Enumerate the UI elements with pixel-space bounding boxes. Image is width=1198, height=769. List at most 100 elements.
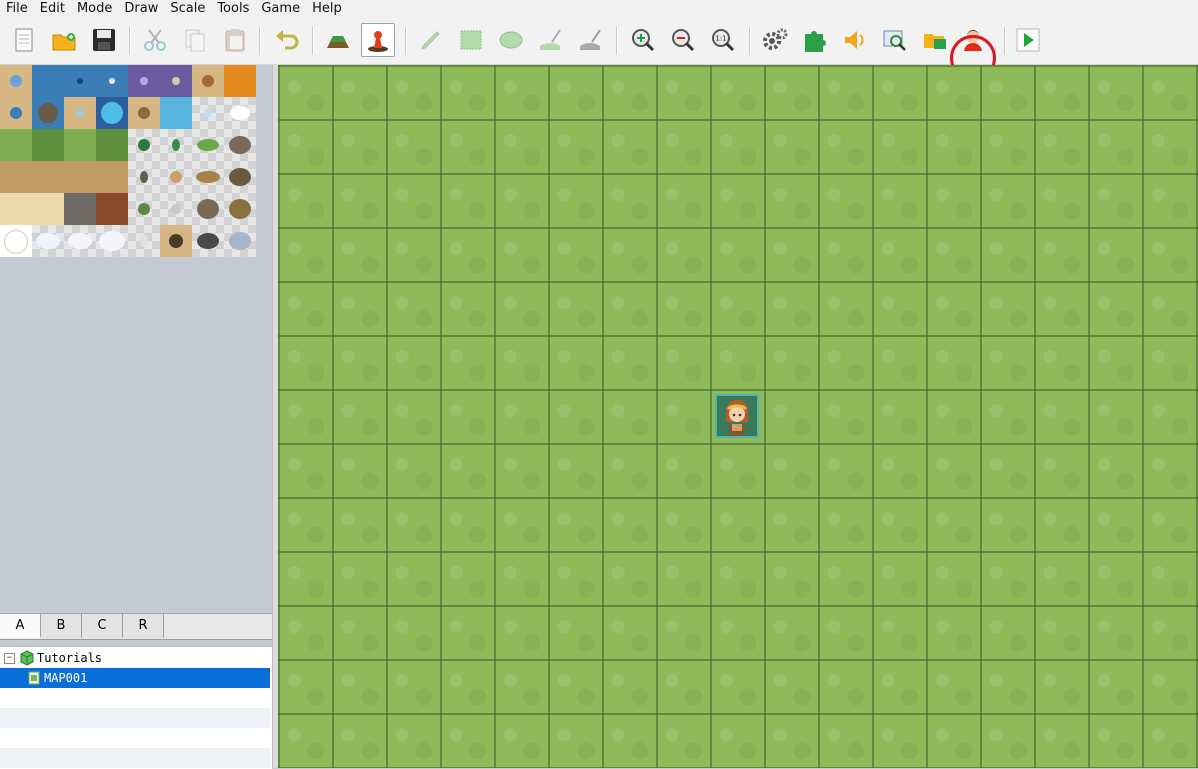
tile[interactable] [160,65,192,97]
open-project-button[interactable] [47,23,81,57]
collapse-icon[interactable]: − [4,652,15,664]
event-mode-button[interactable] [361,23,395,57]
tab-c[interactable]: C [82,614,123,638]
tile[interactable] [32,65,64,97]
toolbar-separator [129,27,131,55]
tile[interactable] [0,225,32,257]
tile[interactable] [224,129,256,161]
tile[interactable] [64,161,96,193]
menu-mode[interactable]: Mode [71,0,118,18]
tile[interactable] [224,225,256,257]
tile[interactable] [32,193,64,225]
tile[interactable] [160,193,192,225]
tile[interactable] [128,65,160,97]
undo-button[interactable] [270,23,304,57]
tile[interactable] [160,161,192,193]
tile[interactable] [0,65,32,97]
tile[interactable] [0,161,32,193]
tile[interactable] [64,129,96,161]
ellipse-button[interactable] [494,23,528,57]
tile[interactable] [192,161,224,193]
actual-size-button[interactable]: 1:1 [706,23,740,57]
tile[interactable] [224,193,256,225]
tile[interactable] [224,65,256,97]
tile[interactable] [96,97,128,129]
tile[interactable] [160,225,192,257]
map-canvas[interactable] [278,65,1198,768]
event-searcher-button[interactable] [878,23,912,57]
zoom-in-button[interactable] [626,23,660,57]
toolbar-separator [749,27,751,55]
tile[interactable] [64,225,96,257]
tile[interactable] [32,225,64,257]
tile[interactable] [96,161,128,193]
tab-b[interactable]: B [41,614,82,638]
flood-fill-button[interactable] [534,23,568,57]
tile[interactable] [32,129,64,161]
tile[interactable] [32,161,64,193]
map-mode-button[interactable] [321,23,355,57]
player-start-event[interactable] [715,394,759,438]
playtest-icon [1016,28,1040,52]
paste-button[interactable] [218,23,252,57]
actual-size-icon: 1:1 [712,29,735,52]
tab-a[interactable]: A [0,614,41,638]
resource-manager-button[interactable] [918,23,952,57]
character-generator-button[interactable] [956,23,990,57]
database-button[interactable] [758,23,792,57]
tileset-tabs: A B C R [0,613,272,640]
tile[interactable] [128,225,160,257]
menu-file[interactable]: File [0,0,34,18]
tile[interactable] [192,129,224,161]
tree-project-row[interactable]: − Tutorials [0,648,270,668]
tree-map-row[interactable]: MAP001 [0,668,270,688]
map-file-icon [28,671,40,685]
menu-edit[interactable]: Edit [34,0,71,18]
tile[interactable] [192,65,224,97]
new-project-button[interactable] [7,23,41,57]
zoom-out-button[interactable] [666,23,700,57]
tile[interactable] [64,193,96,225]
menu-scale[interactable]: Scale [164,0,211,18]
tile[interactable] [192,225,224,257]
plugin-manager-button[interactable] [798,23,832,57]
menu-help[interactable]: Help [306,0,348,18]
tile[interactable] [224,97,256,129]
menu-draw[interactable]: Draw [118,0,164,18]
tile[interactable] [160,129,192,161]
menu-tools[interactable]: Tools [211,0,255,18]
tile[interactable] [64,97,96,129]
tile[interactable] [128,193,160,225]
tile[interactable] [192,193,224,225]
copy-button[interactable] [178,23,212,57]
tab-r[interactable]: R [123,614,164,638]
tile[interactable] [160,97,192,129]
tile[interactable] [224,161,256,193]
tile[interactable] [192,97,224,129]
pencil-button[interactable] [414,23,448,57]
save-project-button[interactable] [87,23,121,57]
toolbar-separator [616,27,618,55]
tile[interactable] [96,65,128,97]
tile[interactable] [0,193,32,225]
rectangle-button[interactable] [454,23,488,57]
tile[interactable] [64,65,96,97]
project-cube-icon [20,650,34,666]
shadow-pen-button[interactable] [574,23,608,57]
cut-button[interactable] [138,23,172,57]
tile[interactable] [0,97,32,129]
tile[interactable] [32,97,64,129]
menu-game[interactable]: Game [255,0,306,18]
tile[interactable] [96,193,128,225]
tile[interactable] [96,225,128,257]
playtest-button[interactable] [1011,23,1045,57]
sound-test-button[interactable] [838,23,872,57]
tile[interactable] [128,129,160,161]
event-mode-icon [368,31,388,52]
tileset-palette[interactable] [0,65,256,258]
tile[interactable] [96,129,128,161]
tile[interactable] [128,97,160,129]
new-project-icon [15,28,33,52]
tile[interactable] [0,129,32,161]
tile[interactable] [128,161,160,193]
